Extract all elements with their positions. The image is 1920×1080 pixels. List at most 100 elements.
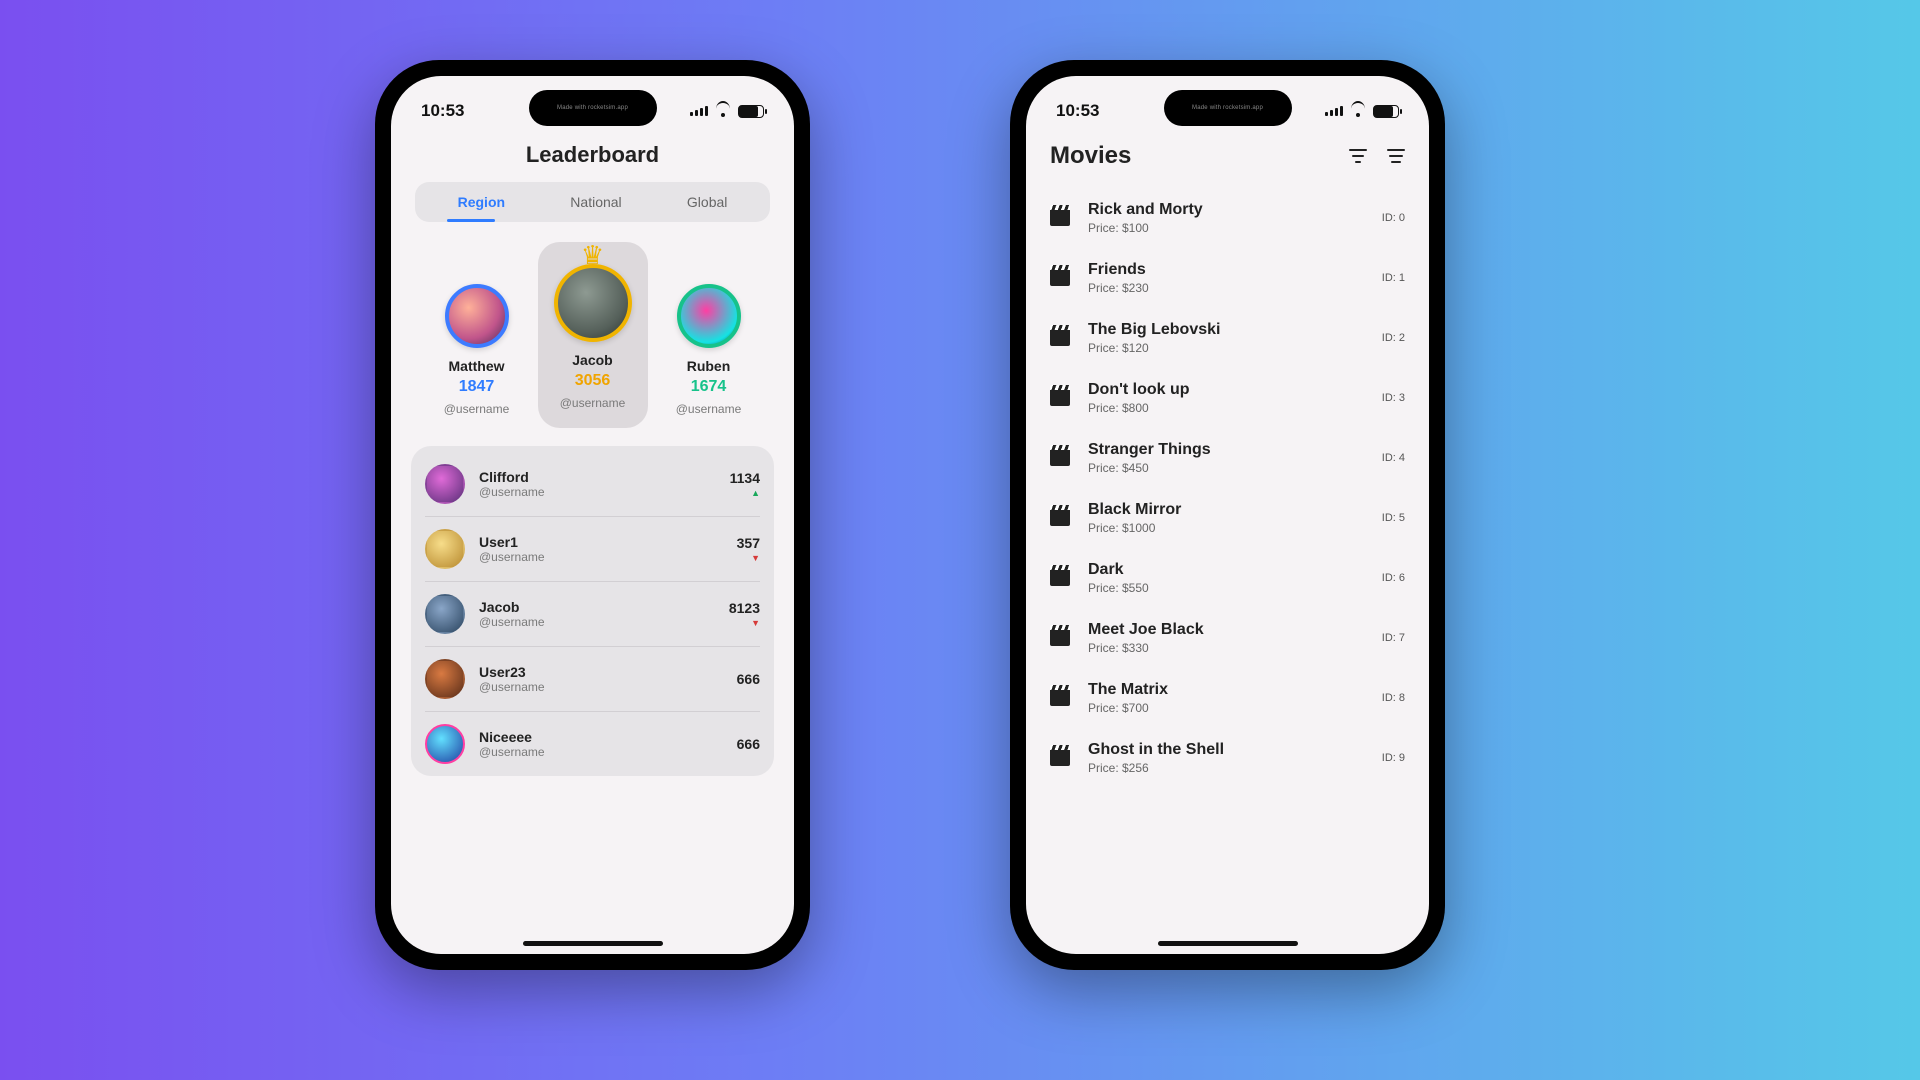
made-with-label: Made with rocketsim.app (1192, 105, 1263, 111)
dynamic-island: Made with rocketsim.app (529, 90, 657, 126)
clapperboard-icon (1050, 390, 1070, 406)
movie-title: Stranger Things (1088, 441, 1211, 459)
movie-id: ID: 9 (1382, 752, 1405, 764)
phone-movies: Made with rocketsim.app 10:53 Movies (1010, 60, 1445, 970)
clapperboard-icon (1050, 450, 1070, 466)
movie-price: Price: $550 (1088, 581, 1149, 595)
trend-up-icon: ▲ (730, 488, 760, 498)
movie-price: Price: $230 (1088, 281, 1149, 295)
row-score: 357 (737, 535, 760, 551)
row-score: 666 (737, 736, 760, 752)
wifi-icon (714, 105, 732, 117)
movie-id: ID: 3 (1382, 392, 1405, 404)
page-title: Movies (1050, 142, 1131, 170)
movie-title: Rick and Morty (1088, 201, 1203, 219)
tab-national[interactable]: National (570, 194, 621, 210)
movie-title: Black Mirror (1088, 501, 1181, 519)
movie-id: ID: 4 (1382, 452, 1405, 464)
scope-segmented-control[interactable]: Region National Global (415, 182, 770, 222)
movie-price: Price: $120 (1088, 341, 1220, 355)
movies-list[interactable]: Rick and MortyPrice: $100ID: 0 Friends Pri… (1046, 188, 1409, 788)
leaderboard-row[interactable]: User1@username357▼ (425, 517, 760, 582)
made-with-label: Made with rocketsim.app (557, 105, 628, 111)
tab-region[interactable]: Region (458, 194, 505, 210)
podium-handle: @username (560, 396, 626, 410)
movie-title: The Matrix (1088, 681, 1168, 699)
tab-global[interactable]: Global (687, 194, 727, 210)
movie-title: Meet Joe Black (1088, 621, 1204, 639)
leaderboard-row[interactable]: Jacob@username8123▼ (425, 582, 760, 647)
leaderboard-row[interactable]: Clifford@username1134▲ (425, 452, 760, 517)
row-handle: @username (479, 485, 545, 499)
trend-down-icon: ▼ (729, 618, 760, 628)
clapperboard-icon (1050, 690, 1070, 706)
movie-row[interactable]: Meet Joe Black Price: $330 ID: 7 (1046, 608, 1409, 668)
podium-score: 1847 (459, 378, 495, 396)
battery-icon (738, 105, 764, 118)
tab-indicator (447, 219, 495, 222)
row-name: Niceeee (479, 729, 545, 745)
movie-row[interactable]: Don't look up Price: $800 ID: 3 (1046, 368, 1409, 428)
movie-row[interactable]: Stranger Things Price: $450 ID: 4 (1046, 428, 1409, 488)
movie-id: ID: 5 (1382, 512, 1405, 524)
row-handle: @username (479, 745, 545, 759)
podium-name: Matthew (449, 358, 505, 374)
movie-price: Price: $700 (1088, 701, 1168, 715)
podium-handle: @username (676, 402, 742, 416)
row-score: 666 (737, 671, 760, 687)
clapperboard-icon (1050, 210, 1070, 226)
movie-id: ID: 1 (1382, 272, 1405, 284)
avatar (425, 529, 465, 569)
movie-title: Friends (1088, 261, 1149, 279)
avatar (445, 284, 509, 348)
phone-leaderboard: Made with rocketsim.app 10:53 Leaderboar… (375, 60, 810, 970)
movie-row[interactable]: Friends Price: $230 ID: 1 (1046, 248, 1409, 308)
movie-row[interactable]: DarkPrice: $550ID: 6 (1046, 548, 1409, 608)
filter-icon[interactable] (1349, 149, 1367, 163)
podium-third[interactable]: Ruben 1674 @username (654, 276, 764, 428)
podium-second[interactable]: Matthew 1847 @username (422, 276, 532, 428)
movie-price: Price: $256 (1088, 761, 1224, 775)
home-indicator[interactable] (1158, 941, 1298, 946)
avatar (425, 659, 465, 699)
movie-price: Price: $450 (1088, 461, 1211, 475)
movie-row[interactable]: The Big Lebovski Price: $120 ID: 2 (1046, 308, 1409, 368)
movie-row[interactable]: Rick and MortyPrice: $100ID: 0 (1046, 188, 1409, 248)
row-handle: @username (479, 550, 545, 564)
movie-row[interactable]: Ghost in the ShellPrice: $256ID: 9 (1046, 728, 1409, 788)
clapperboard-icon (1050, 570, 1070, 586)
movie-id: ID: 7 (1382, 632, 1405, 644)
movie-id: ID: 6 (1382, 572, 1405, 584)
podium-first[interactable]: ♛ Jacob 3056 @username (538, 242, 648, 428)
movie-price: Price: $800 (1088, 401, 1190, 415)
movie-price: Price: $330 (1088, 641, 1204, 655)
leaderboard-list[interactable]: Clifford@username1134▲User1@username357▼… (411, 446, 774, 776)
movie-title: The Big Lebovski (1088, 321, 1220, 339)
row-handle: @username (479, 680, 545, 694)
row-handle: @username (479, 615, 545, 629)
leaderboard-row[interactable]: User23@username666 (425, 647, 760, 712)
movie-id: ID: 0 (1382, 212, 1405, 224)
movie-row[interactable]: The Matrix Price: $700 ID: 8 (1046, 668, 1409, 728)
avatar (677, 284, 741, 348)
trend-down-icon: ▼ (737, 553, 760, 563)
movie-price: Price: $1000 (1088, 521, 1181, 535)
podium-score: 1674 (691, 378, 727, 396)
clapperboard-icon (1050, 630, 1070, 646)
row-score: 8123 (729, 600, 760, 616)
podium-score: 3056 (575, 372, 611, 390)
movie-id: ID: 8 (1382, 692, 1405, 704)
movie-title: Don't look up (1088, 381, 1190, 399)
status-time: 10:53 (421, 101, 464, 121)
podium-name: Ruben (687, 358, 731, 374)
avatar (425, 724, 465, 764)
podium: Matthew 1847 @username ♛ Jacob 3056 @use… (411, 242, 774, 428)
movie-row[interactable]: Black Mirror Price: $1000 ID: 5 (1046, 488, 1409, 548)
movie-id: ID: 2 (1382, 332, 1405, 344)
home-indicator[interactable] (523, 941, 663, 946)
sort-icon[interactable] (1387, 149, 1405, 163)
leaderboard-row[interactable]: Niceeee@username 666 (425, 712, 760, 776)
page-title: Leaderboard (411, 142, 774, 168)
podium-handle: @username (444, 402, 510, 416)
status-time: 10:53 (1056, 101, 1099, 121)
